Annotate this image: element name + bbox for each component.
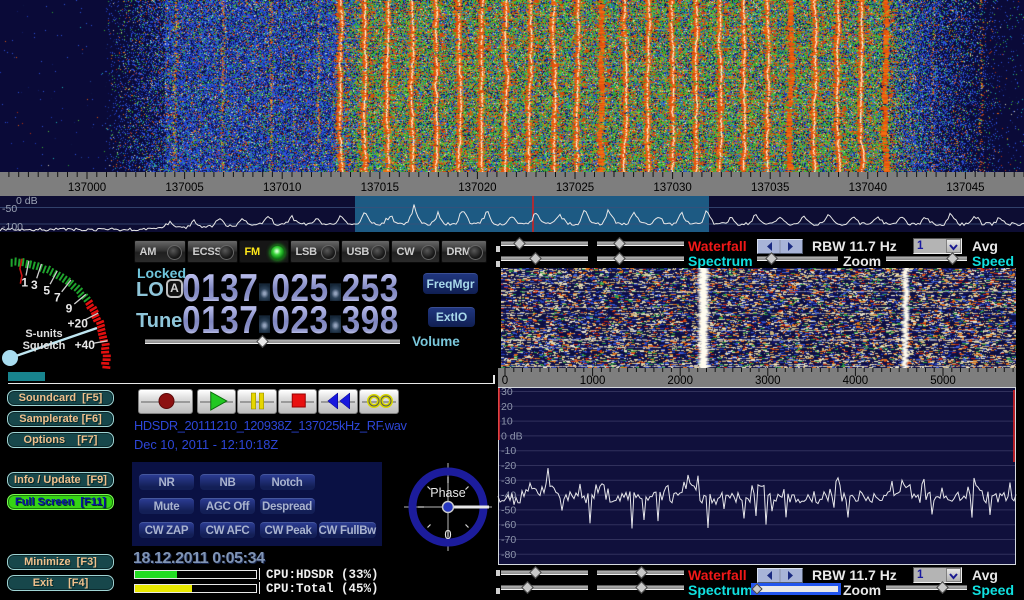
svg-text:137005: 137005 — [165, 182, 203, 194]
svg-text:137015: 137015 — [361, 182, 399, 194]
svg-text:+40: +40 — [75, 338, 96, 352]
svg-text:-100: -100 — [2, 221, 23, 232]
svg-text:1000: 1000 — [580, 375, 606, 387]
svg-text:+20: +20 — [68, 317, 89, 331]
svg-text:137035: 137035 — [751, 182, 789, 194]
svg-text:Squelch: Squelch — [23, 340, 66, 352]
svg-text:1: 1 — [21, 275, 28, 289]
svg-text:3000: 3000 — [755, 375, 781, 387]
svg-text:5: 5 — [43, 283, 50, 297]
svg-text:Phase: Phase — [430, 486, 465, 500]
svg-text:0: 0 — [444, 527, 451, 542]
svg-text:4000: 4000 — [843, 375, 869, 387]
svg-text:-50: -50 — [2, 203, 17, 215]
svg-text:137025: 137025 — [556, 182, 594, 194]
svg-text:137010: 137010 — [263, 182, 301, 194]
svg-text:3: 3 — [31, 278, 38, 292]
svg-text:2000: 2000 — [667, 375, 693, 387]
svg-text:9: 9 — [66, 302, 73, 316]
svg-text:7: 7 — [54, 290, 61, 304]
svg-text:137000: 137000 — [68, 182, 106, 194]
svg-text:5000: 5000 — [930, 375, 956, 387]
svg-text:137030: 137030 — [653, 182, 691, 194]
svg-text:S-units: S-units — [25, 328, 62, 340]
svg-text:0: 0 — [502, 375, 508, 387]
svg-text:137020: 137020 — [458, 182, 496, 194]
svg-text:0 dB: 0 dB — [16, 196, 38, 207]
svg-text:137045: 137045 — [946, 182, 984, 194]
svg-text:137040: 137040 — [849, 182, 887, 194]
